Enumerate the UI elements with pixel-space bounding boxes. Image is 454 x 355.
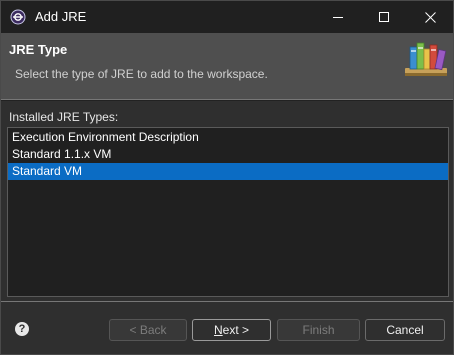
- list-item-execution-environment-description[interactable]: Execution Environment Description: [8, 129, 448, 146]
- list-item-standard-1-1-x-vm[interactable]: Standard 1.1.x VM: [8, 146, 448, 163]
- wizard-header: JRE Type Select the type of JRE to add t…: [1, 33, 453, 99]
- maximize-icon: [379, 12, 389, 22]
- page-description: Select the type of JRE to add to the wor…: [15, 67, 268, 81]
- close-button[interactable]: [407, 1, 453, 33]
- maximize-button[interactable]: [361, 1, 407, 33]
- footer-divider: [1, 301, 453, 302]
- close-icon: [424, 11, 436, 23]
- back-button[interactable]: < Back: [109, 319, 187, 341]
- next-button[interactable]: Next >: [192, 319, 271, 341]
- page-title: JRE Type: [9, 42, 68, 57]
- finish-button[interactable]: Finish: [277, 319, 360, 341]
- cancel-button[interactable]: Cancel: [365, 319, 445, 341]
- next-label-rest: ext >: [222, 323, 250, 337]
- help-icon[interactable]: ?: [15, 322, 29, 336]
- installed-jre-types-label: Installed JRE Types:: [9, 110, 119, 124]
- add-jre-dialog: Add JRE JRE Type Select the type of JRE …: [0, 0, 454, 355]
- title-bar[interactable]: Add JRE: [1, 1, 453, 33]
- minimize-button[interactable]: [315, 1, 361, 33]
- next-mnemonic: N: [213, 323, 223, 337]
- list-item-standard-vm[interactable]: Standard VM: [8, 163, 448, 180]
- eclipse-icon: [10, 9, 26, 25]
- jre-types-list[interactable]: Execution Environment Description Standa…: [7, 127, 449, 297]
- library-books-icon: [403, 37, 449, 79]
- minimize-icon: [333, 17, 343, 18]
- window-title: Add JRE: [35, 9, 87, 24]
- header-divider-shadow: [1, 100, 453, 101]
